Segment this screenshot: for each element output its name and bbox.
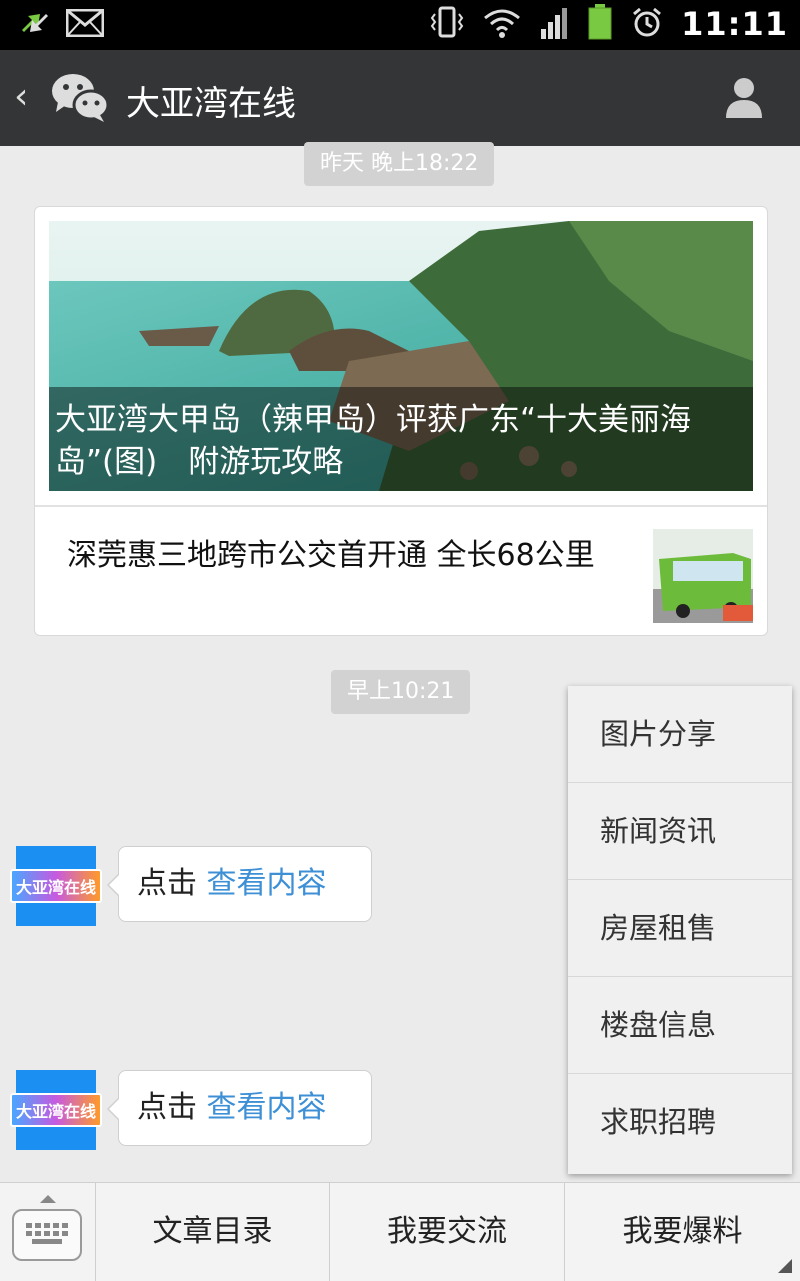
message-bubble[interactable]: 点击 查看内容 <box>107 1070 372 1146</box>
alarm-icon <box>631 6 663 42</box>
view-content-link[interactable]: 查看内容 <box>207 1090 327 1125</box>
vibrate-icon <box>429 6 465 42</box>
menu-report-news[interactable]: 我要爆料 <box>565 1183 800 1281</box>
keyboard-icon[interactable] <box>12 1209 82 1261</box>
menu-item-property-info[interactable]: 楼盘信息 <box>568 977 792 1074</box>
wifi-icon <box>483 6 521 42</box>
menu-report-news-label: 我要爆料 <box>622 1214 743 1249</box>
mail-icon <box>65 8 105 41</box>
hero-headline[interactable]: 大亚湾大甲岛（辣甲岛）评获广东“十大美丽海岛”(图) 附游玩攻略 <box>49 387 753 491</box>
chat-title: 大亚湾在线 <box>126 84 296 124</box>
timestamp: 昨天 晚上18:22 <box>304 142 495 186</box>
signal-icon <box>539 5 569 43</box>
sync-icon <box>18 6 52 44</box>
menu-item-jobs[interactable]: 求职招聘 <box>568 1074 792 1171</box>
avatar-logo: 大亚湾在线 <box>10 869 103 903</box>
news-item-title[interactable]: 深莞惠三地跨市公交首开通 全长68公里 <box>67 537 607 575</box>
wechat-icon <box>50 70 110 128</box>
avatar-logo: 大亚湾在线 <box>10 1093 103 1127</box>
timestamp: 早上10:21 <box>331 670 471 714</box>
menu-article-directory[interactable]: 文章目录 <box>96 1183 330 1281</box>
menu-item-photo-share[interactable]: 图片分享 <box>568 686 792 783</box>
status-bar: 11:11 <box>0 0 800 50</box>
menu-item-housing[interactable]: 房屋租售 <box>568 880 792 977</box>
chevron-left-icon[interactable]: ‹ <box>14 76 28 117</box>
avatar[interactable]: 大亚湾在线 <box>10 846 103 926</box>
message-bubble[interactable]: 点击 查看内容 <box>107 846 372 922</box>
avatar[interactable]: 大亚湾在线 <box>10 1070 103 1150</box>
menu-item-news[interactable]: 新闻资讯 <box>568 783 792 880</box>
title-bar: ‹ 大亚湾在线 <box>0 50 800 146</box>
caret-up-icon <box>40 1195 56 1203</box>
view-content-link[interactable]: 查看内容 <box>207 866 327 901</box>
hero-image[interactable]: 大亚湾大甲岛（辣甲岛）评获广东“十大美丽海岛”(图) 附游玩攻略 <box>49 221 753 491</box>
news-card[interactable]: 大亚湾大甲岛（辣甲岛）评获广东“十大美丽海岛”(图) 附游玩攻略 深莞惠三地跨市… <box>34 206 768 636</box>
submenu-indicator-icon <box>778 1259 792 1273</box>
bottom-menu-bar: 文章目录 我要交流 我要爆料 <box>0 1182 800 1281</box>
message-prefix: 点击 <box>137 1090 207 1125</box>
divider <box>35 505 767 507</box>
popup-menu: 图片分享 新闻资讯 房屋租售 楼盘信息 求职招聘 <box>568 686 792 1174</box>
battery-icon <box>587 4 613 44</box>
bus-thumbnail[interactable] <box>653 529 753 623</box>
message-prefix: 点击 <box>137 866 207 901</box>
keyboard-toggle[interactable] <box>0 1183 96 1281</box>
person-icon[interactable] <box>724 76 764 122</box>
menu-communicate[interactable]: 我要交流 <box>330 1183 565 1281</box>
clock-time: 11:11 <box>681 5 788 43</box>
